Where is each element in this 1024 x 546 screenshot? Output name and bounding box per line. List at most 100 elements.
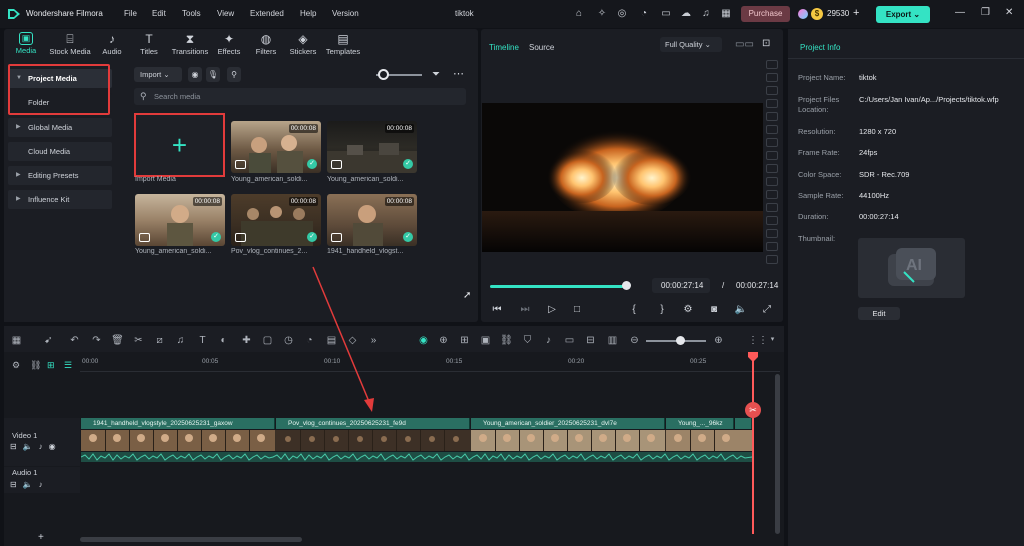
close-icon[interactable]: ✕	[1005, 7, 1013, 18]
split-icon[interactable]: ✂	[132, 335, 145, 346]
scissors-icon[interactable]: ✂	[745, 402, 761, 418]
export-button[interactable]: Export ⌄	[876, 6, 930, 23]
gift-icon[interactable]: ⌂	[573, 8, 585, 20]
audio-off-icon[interactable]: ♪	[39, 442, 49, 451]
lock-icon[interactable]: ⊟	[10, 442, 23, 451]
image-icon[interactable]: ▣	[479, 335, 492, 346]
volume-icon[interactable]: 🔈	[734, 304, 748, 315]
sidebar-item-editing-presets[interactable]: ▶ Editing Presets	[8, 166, 112, 185]
media-thumbnail[interactable]: 00:00:08 ✓	[327, 194, 417, 246]
tab-media[interactable]: ▣ Media	[6, 29, 46, 61]
save-icon[interactable]: ▭	[660, 8, 672, 20]
media-thumbnail[interactable]: 00:00:08 ✓	[231, 121, 321, 173]
stop-icon[interactable]: □	[570, 304, 584, 315]
tab-filters[interactable]: ◍ Filters	[246, 29, 286, 61]
tab-stickers[interactable]: ◈ Stickers	[283, 29, 323, 61]
grid-icon[interactable]: ▦	[720, 8, 732, 20]
media-thumbnail[interactable]: 00:00:08 ✓	[231, 194, 321, 246]
grid-menu-icon[interactable]: ⋮⋮	[748, 335, 768, 346]
stabilize-icon[interactable]: ▢	[261, 335, 274, 346]
tab-stock-media[interactable]: ⌸ Stock Media	[47, 29, 93, 61]
timeline-clip[interactable]: Young_american_soldier_20250625231_dvl7e	[471, 418, 665, 429]
zoom-in-icon[interactable]: ⊕	[712, 335, 725, 346]
mask-icon[interactable]: ◔	[303, 335, 316, 346]
add-track-icon[interactable]: ⊞	[47, 360, 55, 371]
link-clip-icon[interactable]: ⛓	[30, 360, 41, 371]
voiceover-icon[interactable]: ▭	[563, 335, 576, 346]
avatar[interactable]	[798, 9, 808, 19]
timeline-clip[interactable]: 1941_handheld_vlogstyle_20250625231_gaxo…	[81, 418, 275, 429]
mark-out-icon[interactable]: }	[655, 304, 669, 315]
menu-view[interactable]: View	[217, 9, 234, 18]
ai-icon[interactable]: ⚲	[227, 67, 241, 82]
tab-titles[interactable]: T Titles	[129, 29, 169, 61]
audio-off-icon[interactable]: ♪	[39, 480, 49, 489]
timeline-clip[interactable]: Pov_vlog_continues_20250625231_fe9d	[276, 418, 470, 429]
playback-scrubber[interactable]	[622, 281, 631, 290]
lock-icon[interactable]: ⊟	[10, 480, 23, 489]
clock-icon[interactable]: ◔	[638, 8, 650, 20]
render-icon[interactable]: ⚙	[681, 304, 695, 315]
timeline-clip[interactable]: Young_..._96kz	[666, 418, 734, 429]
zoom-out-icon[interactable]: ⊖	[628, 335, 641, 346]
eye-icon[interactable]: ◉	[49, 442, 62, 451]
quality-dropdown[interactable]: Full Quality ⌄	[660, 37, 722, 52]
cloud-icon[interactable]: ☁	[680, 8, 692, 20]
auto-ai-icon[interactable]: ◉	[417, 335, 430, 346]
minimize-icon[interactable]: —	[955, 7, 965, 18]
crop-icon[interactable]: ⧄	[153, 335, 166, 346]
tab-audio[interactable]: ♪ Audio	[92, 29, 132, 61]
timeline-ruler[interactable]	[80, 354, 780, 372]
search-input[interactable]: ⚲ Search media	[134, 88, 466, 105]
import-media-tile[interactable]: +	[134, 113, 225, 177]
text-icon[interactable]: T	[196, 335, 209, 346]
subtitle-icon[interactable]: ⊟	[584, 335, 597, 346]
camera-icon[interactable]: ◙	[707, 304, 721, 315]
media-thumbnail[interactable]: 00:00:08 ✓	[327, 121, 417, 173]
tab-transitions[interactable]: ⧗ Transitions	[168, 29, 212, 61]
timeline-vertical-scrollbar[interactable]	[775, 374, 780, 534]
delete-icon[interactable]: 🗑	[111, 335, 124, 346]
keyframe-icon[interactable]: ◇	[346, 335, 359, 346]
add-credits-button[interactable]: +	[853, 7, 859, 19]
lightbulb-icon[interactable]: ✧	[596, 8, 608, 20]
tab-source[interactable]: Source	[529, 43, 554, 52]
snapshot-view-icon[interactable]: ⊡	[762, 38, 770, 49]
tab-timeline[interactable]: Timeline	[489, 43, 519, 52]
import-button[interactable]: Import ⌄	[134, 67, 182, 82]
layout-icon[interactable]: ▭▭	[735, 39, 754, 50]
menu-extended[interactable]: Extended	[250, 9, 284, 18]
link-icon[interactable]: ⛓	[500, 335, 513, 346]
step-forward-icon[interactable]: ⏭	[518, 304, 532, 315]
volume-icon[interactable]: 🔈	[23, 442, 39, 451]
menu-tools[interactable]: Tools	[182, 9, 201, 18]
chevron-down-icon[interactable]: ▾	[766, 335, 779, 343]
playhead[interactable]	[752, 354, 754, 534]
headset-icon[interactable]: ♫	[700, 8, 712, 20]
ai-tool-icon[interactable]: ✚	[240, 335, 253, 346]
ripple-icon[interactable]: ⊞	[458, 335, 471, 346]
tab-templates[interactable]: ▤ Templates	[321, 29, 365, 61]
playback-progress-bar[interactable]	[490, 285, 624, 288]
play-icon[interactable]: ▷	[545, 304, 559, 315]
tab-effects[interactable]: ✦ Effects	[209, 29, 249, 61]
audio-edit-icon[interactable]: ♫	[174, 335, 187, 346]
track-manager-icon[interactable]: ☰	[64, 360, 72, 371]
step-back-icon[interactable]: ⏮	[490, 304, 504, 315]
more-tools-icon[interactable]: »	[367, 335, 380, 346]
menu-edit[interactable]: Edit	[152, 9, 166, 18]
mic-icon[interactable]: ♪	[542, 335, 555, 346]
media-thumbnail[interactable]: 00:00:08 ✓	[135, 194, 225, 246]
purchase-button[interactable]: Purchase	[741, 6, 790, 22]
redo-icon[interactable]: ↷	[90, 335, 103, 346]
speed-icon[interactable]: ◷	[282, 335, 295, 346]
mic-icon[interactable]: 🎙	[206, 67, 220, 82]
more-icon[interactable]: ⋯	[453, 67, 464, 80]
audio-track-controls[interactable]: ⊟🔈♪	[10, 480, 49, 489]
select-icon[interactable]: ➹	[42, 335, 55, 346]
sidebar-item-global-media[interactable]: ▶ Global Media	[8, 118, 112, 137]
zoom-slider-handle[interactable]	[378, 69, 389, 80]
timeline-zoom-handle[interactable]	[676, 336, 685, 345]
timeline-clip[interactable]	[735, 418, 752, 429]
filter-icon[interactable]: ⏷	[432, 69, 440, 80]
